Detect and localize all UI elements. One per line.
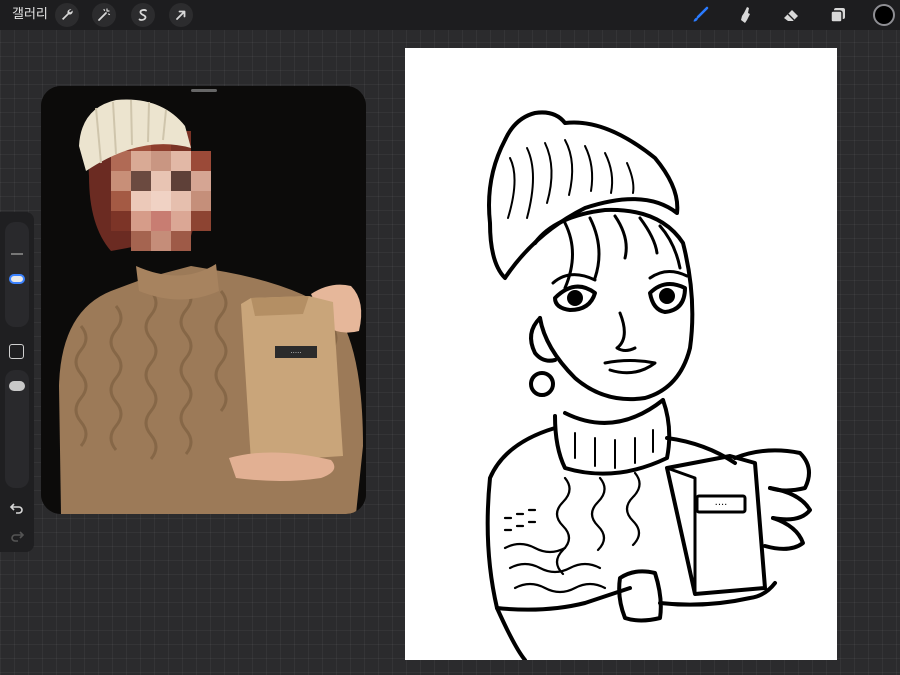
eraser-icon-glyph: [784, 10, 798, 21]
smudge-icon[interactable]: [733, 3, 757, 27]
smudge-icon-glyph: [741, 7, 750, 23]
brush-icon[interactable]: [688, 3, 712, 27]
mouth: [603, 359, 657, 375]
left-sidebar: [0, 212, 34, 552]
held-bag-label-text: ····: [715, 500, 728, 511]
magic-wand-icon[interactable]: [92, 3, 116, 27]
opacity-slider[interactable]: [5, 370, 29, 488]
arrow-cursor-icon[interactable]: [169, 3, 193, 27]
redo-icon-glyph: [11, 531, 25, 542]
redo-icon[interactable]: [8, 527, 26, 545]
color-swatch[interactable]: [873, 4, 895, 26]
neck: [563, 398, 665, 425]
reference-photo: ·····: [41, 86, 366, 514]
undo-icon-glyph: [9, 503, 23, 514]
opacity-thumb[interactable]: [9, 381, 25, 391]
beanie-outline: [487, 110, 680, 280]
brush-size-thumb[interactable]: [9, 274, 25, 284]
selection-s-icon[interactable]: [131, 3, 155, 27]
reference-drag-handle[interactable]: [191, 89, 217, 92]
sweater-shoulder: [665, 436, 737, 465]
arrow-cursor-icon-glyph: [176, 10, 186, 20]
brush-size-slider[interactable]: [5, 222, 29, 327]
paper-bag: [241, 296, 343, 462]
earring: [529, 371, 555, 397]
layers-icon[interactable]: [826, 3, 850, 27]
wrench-icon-glyph: [62, 9, 73, 20]
selection-s-icon-glyph: [138, 9, 147, 21]
top-toolbar: 갤러리: [0, 0, 900, 30]
slider-marker: [11, 253, 23, 255]
sleeve-cuff: [617, 569, 663, 623]
bag-label-text: ·····: [290, 349, 301, 357]
wrench-icon[interactable]: [55, 3, 79, 27]
line-art-drawing: ····: [485, 110, 812, 660]
brush-icon-glyph: [693, 6, 709, 22]
drawing-canvas[interactable]: ····: [405, 48, 837, 660]
layers-icon-glyph: [830, 8, 845, 23]
holding-hand: [733, 448, 811, 493]
gallery-button[interactable]: 갤러리: [12, 6, 48, 24]
undo-icon[interactable]: [8, 499, 26, 517]
reference-window[interactable]: ·····: [41, 86, 366, 514]
modify-square-icon[interactable]: [9, 344, 24, 359]
held-bag-outline: [665, 454, 767, 596]
eraser-icon[interactable]: [779, 3, 803, 27]
magic-wand-icon-glyph: [98, 8, 111, 21]
